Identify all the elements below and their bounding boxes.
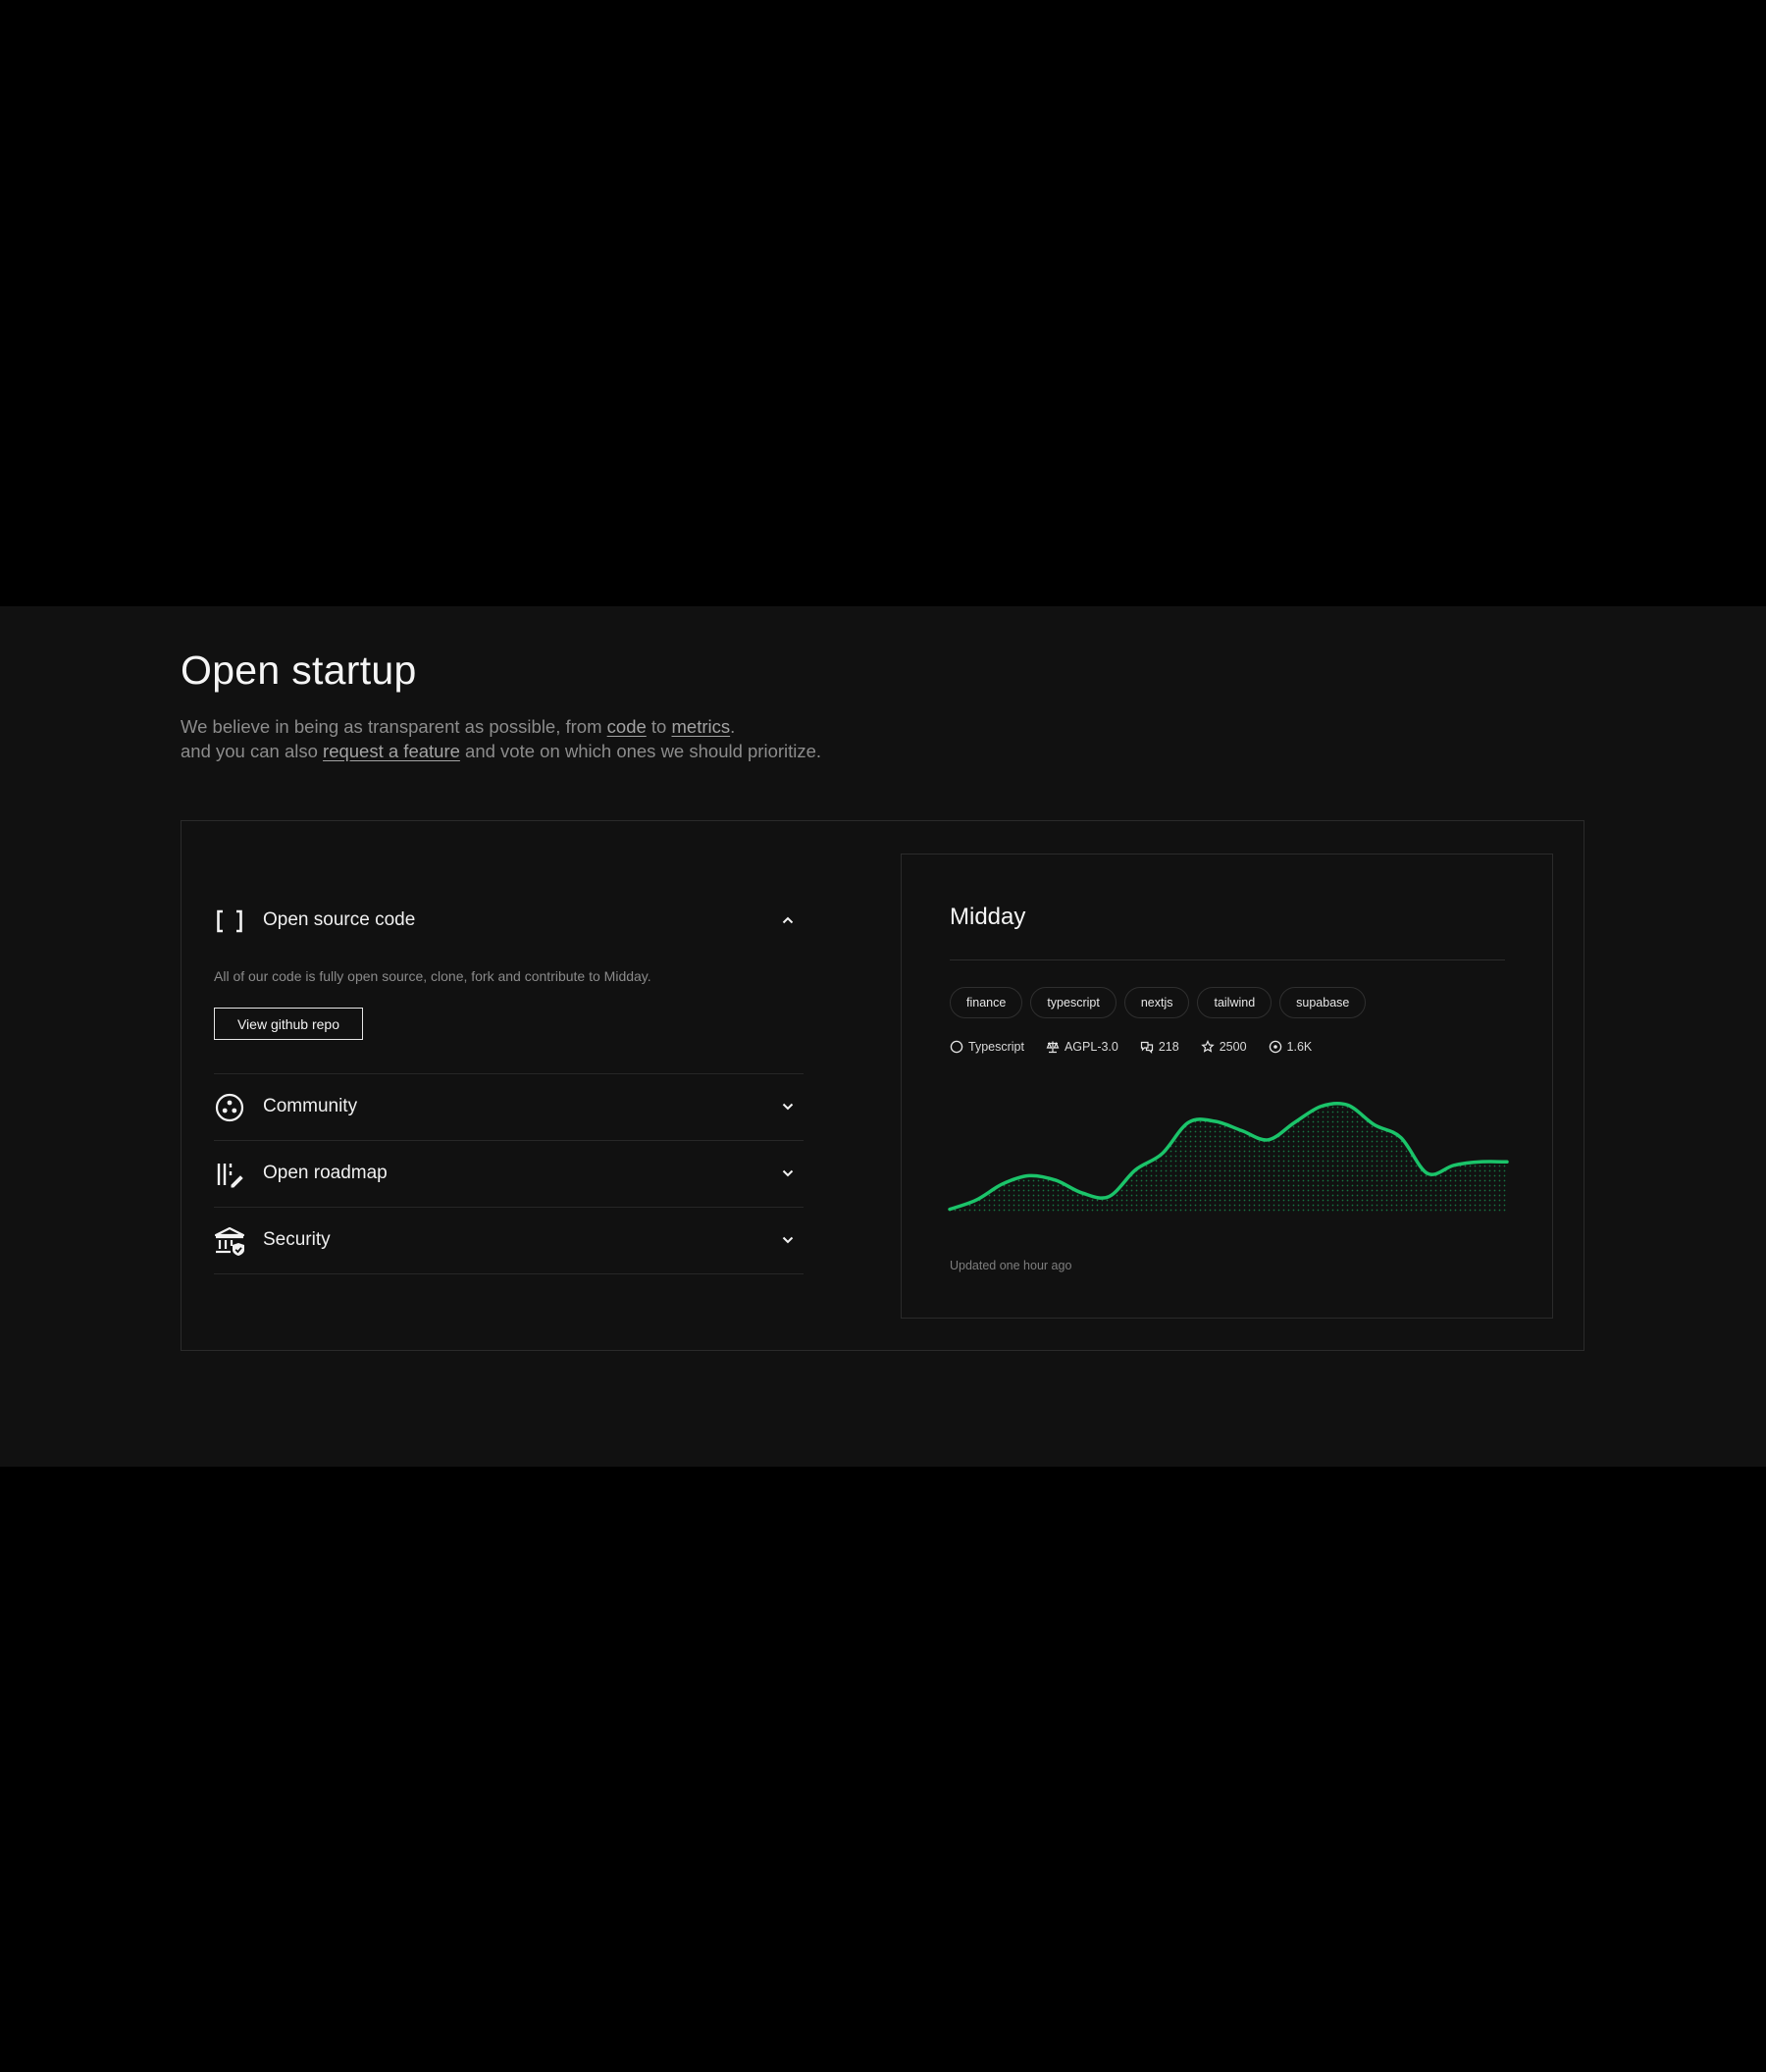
brackets-icon	[217, 909, 242, 933]
star-icon	[1200, 1040, 1215, 1053]
open-startup-section: Open startup We believe in being as tran…	[0, 606, 1766, 1467]
tag-supabase[interactable]: supabase	[1279, 987, 1367, 1018]
intro-text-part: to	[646, 716, 672, 737]
repo-stats: Typescript AGPL-3.0 218 2500 1.6K	[950, 1040, 1312, 1054]
chart-area-fill	[950, 1103, 1507, 1212]
intro-text: We believe in being as transparent as po…	[181, 714, 821, 763]
intro-text-part: and vote on which ones we should priorit…	[459, 741, 822, 761]
accordion: Open source code All of our code is full…	[214, 888, 804, 1274]
intro-text-part: .	[730, 716, 736, 737]
tag-nextjs[interactable]: nextjs	[1123, 987, 1190, 1018]
intro-line-2: and you can also request a feature and v…	[181, 739, 821, 763]
scale-icon	[1046, 1041, 1060, 1054]
repo-name: Midday	[950, 904, 1026, 930]
request-feature-link[interactable]: request a feature	[323, 741, 460, 761]
accordion-label: Open source code	[263, 909, 416, 930]
metrics-link[interactable]: metrics	[672, 716, 731, 737]
intro-text-part: We believe in being as transparent as po…	[181, 716, 607, 737]
divider	[950, 959, 1505, 960]
watchers-stat: 1.6K	[1269, 1040, 1313, 1054]
language-stat: Typescript	[950, 1040, 1024, 1054]
repo-tags: finance typescript nextjs tailwind supab…	[950, 987, 1367, 1018]
accordion-item-community: Community	[214, 1074, 804, 1141]
page-title: Open startup	[181, 648, 417, 693]
accordion-item-roadmap: Open roadmap	[214, 1141, 804, 1208]
tag-tailwind[interactable]: tailwind	[1197, 987, 1273, 1018]
accordion-description: All of our code is fully open source, cl…	[214, 968, 651, 984]
stars-value: 2500	[1219, 1040, 1247, 1054]
accordion-label: Open roadmap	[263, 1163, 388, 1183]
chevron-down-icon[interactable]	[781, 1233, 795, 1247]
chevron-up-icon[interactable]	[781, 913, 795, 927]
circle-icon	[950, 1040, 963, 1054]
watchers-value: 1.6K	[1286, 1040, 1313, 1054]
stars-stat: 2500	[1200, 1040, 1247, 1054]
accordion-header-open-source[interactable]: Open source code	[214, 888, 804, 954]
bank-shield-icon	[214, 1226, 245, 1256]
fork-icon	[1140, 1041, 1153, 1054]
chevron-down-icon[interactable]	[781, 1166, 795, 1180]
intro-text-part: and you can also	[181, 741, 324, 761]
repo-card: Midday finance typescript nextjs tailwin…	[901, 854, 1553, 1319]
accordion-header-community[interactable]: Community	[214, 1074, 804, 1140]
accordion-item-open-source: Open source code All of our code is full…	[214, 888, 804, 1074]
activity-area-chart	[948, 1101, 1509, 1212]
roadmap-icon	[217, 1164, 243, 1188]
accordion-item-security: Security	[214, 1208, 804, 1274]
open-startup-card: Open source code All of our code is full…	[181, 820, 1584, 1351]
language-value: Typescript	[968, 1040, 1024, 1054]
license-value: AGPL-3.0	[1064, 1040, 1118, 1054]
eye-target-icon	[1269, 1040, 1281, 1054]
chevron-down-icon[interactable]	[781, 1100, 795, 1114]
license-stat: AGPL-3.0	[1046, 1040, 1118, 1054]
accordion-header-security[interactable]: Security	[214, 1208, 804, 1273]
updated-timestamp: Updated one hour ago	[950, 1259, 1072, 1272]
accordion-header-roadmap[interactable]: Open roadmap	[214, 1141, 804, 1207]
view-github-repo-button[interactable]: View github repo	[214, 1008, 363, 1040]
tag-typescript[interactable]: typescript	[1030, 987, 1117, 1018]
intro-line-1: We believe in being as transparent as po…	[181, 714, 821, 739]
accordion-label: Community	[263, 1096, 358, 1116]
community-icon	[215, 1093, 244, 1122]
code-link[interactable]: code	[607, 716, 647, 737]
accordion-label: Security	[263, 1229, 331, 1250]
tag-finance[interactable]: finance	[950, 987, 1023, 1018]
forks-value: 218	[1158, 1040, 1179, 1054]
forks-stat: 218	[1140, 1040, 1179, 1054]
